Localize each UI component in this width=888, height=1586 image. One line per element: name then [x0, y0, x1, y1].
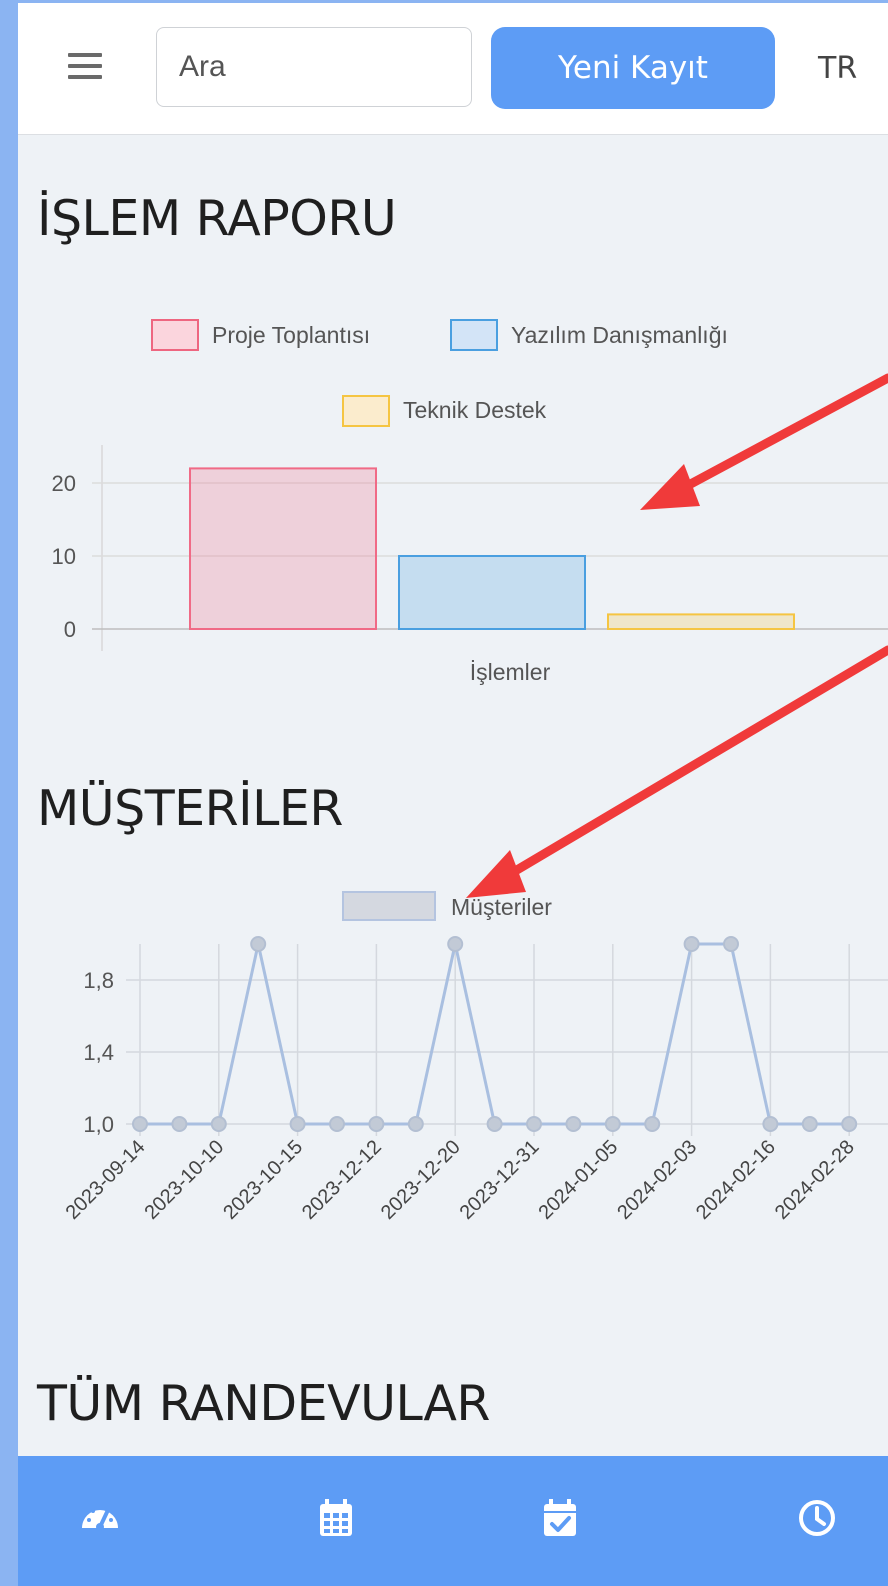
line-x-tick-label: 2023-10-15 — [219, 1136, 307, 1224]
customers-point[interactable] — [723, 936, 739, 952]
legend-swatch-proje[interactable] — [151, 319, 199, 351]
line-chart-x-ticks: 2023-09-142023-10-102023-10-152023-12-12… — [62, 1136, 859, 1224]
legend-label-proje[interactable]: Proje Toplantısı — [212, 322, 370, 348]
customers-point[interactable] — [801, 1116, 818, 1132]
legend-label-yazilim[interactable]: Yazılım Danışmanlığı — [511, 322, 728, 348]
customers-point[interactable] — [644, 1116, 661, 1132]
legend-label-teknik[interactable]: Teknik Destek — [403, 397, 547, 423]
customers-point[interactable] — [132, 1116, 148, 1132]
left-accent-strip — [0, 0, 18, 1586]
customers-title: MÜŞTERİLER — [37, 780, 343, 837]
bar-3[interactable] — [607, 613, 795, 630]
line-y-tick-label: 1,0 — [83, 1112, 114, 1137]
bar-2[interactable] — [398, 555, 586, 630]
legend-swatch-teknik[interactable] — [342, 395, 390, 427]
line-chart-y-ticks: 1,0 1,4 1,8 — [83, 968, 114, 1137]
bar-1[interactable] — [189, 467, 377, 630]
calendar-grid-icon[interactable] — [314, 1496, 358, 1540]
line-chart-legend: Müşteriler — [342, 891, 552, 921]
customers-point[interactable] — [683, 936, 700, 952]
line-x-tick-label: 2023-12-31 — [456, 1136, 544, 1224]
bottom-navbar — [18, 1456, 888, 1586]
clock-icon[interactable] — [795, 1496, 839, 1540]
customers-point[interactable] — [329, 1116, 345, 1132]
bar-chart-bars — [189, 467, 795, 630]
report-title: İŞLEM RAPORU — [37, 190, 397, 247]
line-x-tick-label: 2024-02-16 — [692, 1136, 780, 1224]
customers-point[interactable] — [486, 1116, 503, 1132]
transaction-report-chart: Proje Toplantısı Yazılım Danışmanlığı Te… — [52, 319, 888, 685]
appointments-title: TÜM RANDEVULAR — [37, 1375, 490, 1432]
line-x-tick-label: 2023-12-20 — [377, 1136, 465, 1224]
dashboard-gauge-icon[interactable] — [78, 1496, 122, 1540]
bar-y-tick-label: 10 — [52, 544, 76, 569]
customers-point[interactable] — [762, 1116, 779, 1132]
customers-point[interactable] — [250, 936, 267, 952]
top-navbar: Yeni Kayıt TR — [18, 3, 888, 135]
line-x-tick-label: 2024-01-05 — [534, 1136, 622, 1224]
customers-line — [140, 942, 850, 1126]
customers-point[interactable] — [447, 936, 464, 952]
customers-point[interactable] — [289, 1116, 306, 1132]
legend-label-musteriler[interactable]: Müşteriler — [451, 894, 552, 920]
customers-point[interactable] — [841, 1116, 858, 1132]
legend-swatch-yazilim[interactable] — [450, 319, 498, 351]
bar-chart-y-ticks: 0 10 20 — [52, 471, 76, 642]
customers-point[interactable] — [604, 1116, 621, 1132]
customers-point[interactable] — [407, 1116, 424, 1132]
legend-swatch-musteriler[interactable] — [342, 891, 436, 921]
customers-point[interactable] — [526, 1116, 542, 1132]
bar-y-tick-label: 20 — [52, 471, 76, 496]
bar-y-tick-label: 0 — [64, 617, 76, 642]
customers-chart: Müşteriler 1,01,41,8 2023-09-142023-10-1… — [62, 891, 888, 1224]
line-y-tick-label: 1,8 — [83, 968, 114, 993]
customers-point[interactable] — [368, 1116, 385, 1132]
line-chart-series — [132, 936, 858, 1132]
customers-point[interactable] — [171, 1116, 188, 1132]
search-input[interactable] — [156, 27, 472, 107]
line-chart-grid — [126, 944, 888, 1136]
language-selector[interactable]: TR — [818, 51, 857, 86]
line-y-tick-label: 1,4 — [83, 1040, 114, 1065]
line-x-tick-label: 2023-12-12 — [298, 1136, 386, 1224]
line-x-tick-label: 2024-02-28 — [771, 1136, 859, 1224]
chart-legend: Proje Toplantısı Yazılım Danışmanlığı Te… — [151, 319, 728, 427]
line-x-tick-label: 2023-10-10 — [140, 1136, 228, 1224]
bar-chart-x-axis-label: İşlemler — [470, 659, 551, 685]
customers-point[interactable] — [565, 1116, 582, 1132]
line-x-tick-label: 2024-02-03 — [613, 1136, 701, 1224]
new-record-button[interactable]: Yeni Kayıt — [491, 27, 775, 109]
line-x-tick-label: 2023-09-14 — [62, 1136, 150, 1224]
calendar-check-icon[interactable] — [538, 1496, 582, 1540]
hamburger-icon[interactable] — [68, 53, 102, 83]
customers-point[interactable] — [210, 1116, 227, 1132]
